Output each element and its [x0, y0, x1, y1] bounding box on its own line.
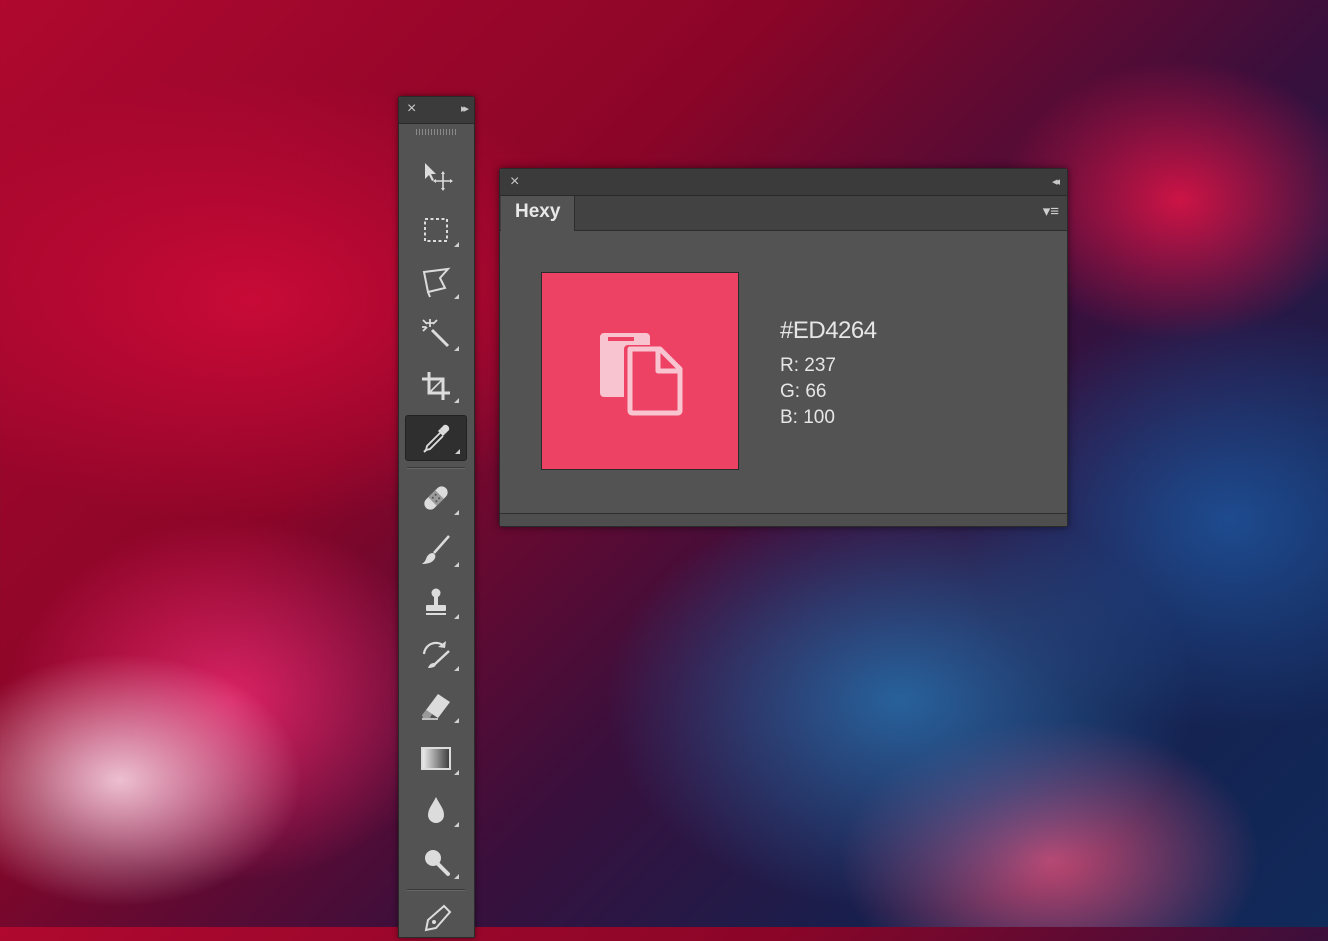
expand-icon[interactable]: ▸▸ — [461, 100, 469, 118]
stamp-icon — [426, 588, 446, 615]
submenu-indicator — [454, 718, 459, 723]
close-icon[interactable]: × — [407, 100, 416, 118]
hex-value[interactable]: #ED4264 — [780, 317, 877, 345]
crop-tool[interactable] — [407, 363, 465, 409]
close-icon[interactable]: × — [510, 173, 519, 191]
submenu-indicator — [454, 242, 459, 247]
clone-stamp-tool[interactable] — [407, 579, 465, 625]
polygonal-lasso-tool[interactable] — [407, 259, 465, 305]
hexy-panel: × ◂◂ Hexy ▾≡ #ED4264 R: 237 G: 66 B: 100 — [499, 168, 1068, 527]
submenu-indicator — [454, 398, 459, 403]
dodge-icon — [425, 850, 450, 876]
eraser-icon — [422, 694, 450, 720]
color-info: #ED4264 R: 237 G: 66 B: 100 — [780, 317, 877, 431]
move-icon — [425, 163, 453, 191]
rectangular-marquee-tool[interactable] — [407, 207, 465, 253]
history-brush-tool[interactable] — [407, 631, 465, 677]
copy-icon[interactable] — [594, 325, 686, 417]
dodge-tool[interactable] — [407, 839, 465, 885]
marquee-icon — [424, 218, 448, 242]
magic-wand-tool[interactable] — [407, 311, 465, 357]
tab-hexy[interactable]: Hexy — [501, 196, 576, 231]
tool-separator — [407, 889, 465, 891]
history-brush-icon — [422, 641, 450, 668]
submenu-indicator — [454, 874, 459, 879]
eyedropper-tool[interactable] — [405, 415, 467, 461]
submenu-indicator — [455, 449, 460, 454]
magic-wand-icon — [422, 319, 450, 348]
lasso-icon — [422, 267, 451, 298]
color-swatch[interactable] — [541, 272, 739, 470]
drop-icon — [428, 797, 444, 823]
eraser-tool[interactable] — [407, 683, 465, 729]
red-value: R: 237 — [780, 355, 836, 376]
crop-icon — [422, 372, 450, 400]
tools-panel: × ▸▸ — [398, 96, 475, 938]
blur-tool[interactable] — [407, 787, 465, 833]
brush-tool[interactable] — [407, 527, 465, 573]
move-tool[interactable] — [407, 153, 465, 199]
submenu-indicator — [454, 346, 459, 351]
submenu-indicator — [454, 666, 459, 671]
hexy-panel-header[interactable]: × ◂◂ — [500, 169, 1067, 196]
drag-grip[interactable] — [416, 129, 456, 135]
pen-tool[interactable] — [407, 895, 465, 941]
submenu-indicator — [454, 614, 459, 619]
gradient-icon — [421, 747, 451, 770]
submenu-indicator — [454, 822, 459, 827]
bandage-icon — [424, 486, 448, 510]
blue-value: B: 100 — [780, 407, 835, 428]
tools-panel-header[interactable]: × ▸▸ — [399, 97, 474, 124]
panel-tab-bar: Hexy ▾≡ — [500, 196, 1067, 231]
gradient-tool[interactable] — [407, 735, 465, 781]
panel-footer — [500, 513, 1067, 526]
panel-menu-icon[interactable]: ▾≡ — [1043, 204, 1059, 220]
submenu-indicator — [454, 562, 459, 567]
healing-brush-tool[interactable] — [407, 475, 465, 521]
collapse-icon[interactable]: ◂◂ — [1052, 173, 1060, 191]
brush-icon — [422, 535, 450, 564]
pen-icon — [424, 904, 452, 932]
submenu-indicator — [454, 294, 459, 299]
submenu-indicator — [454, 770, 459, 775]
tool-separator — [407, 467, 465, 469]
eyedropper-icon — [423, 424, 450, 453]
submenu-indicator — [454, 510, 459, 515]
green-value: G: 66 — [780, 381, 827, 402]
